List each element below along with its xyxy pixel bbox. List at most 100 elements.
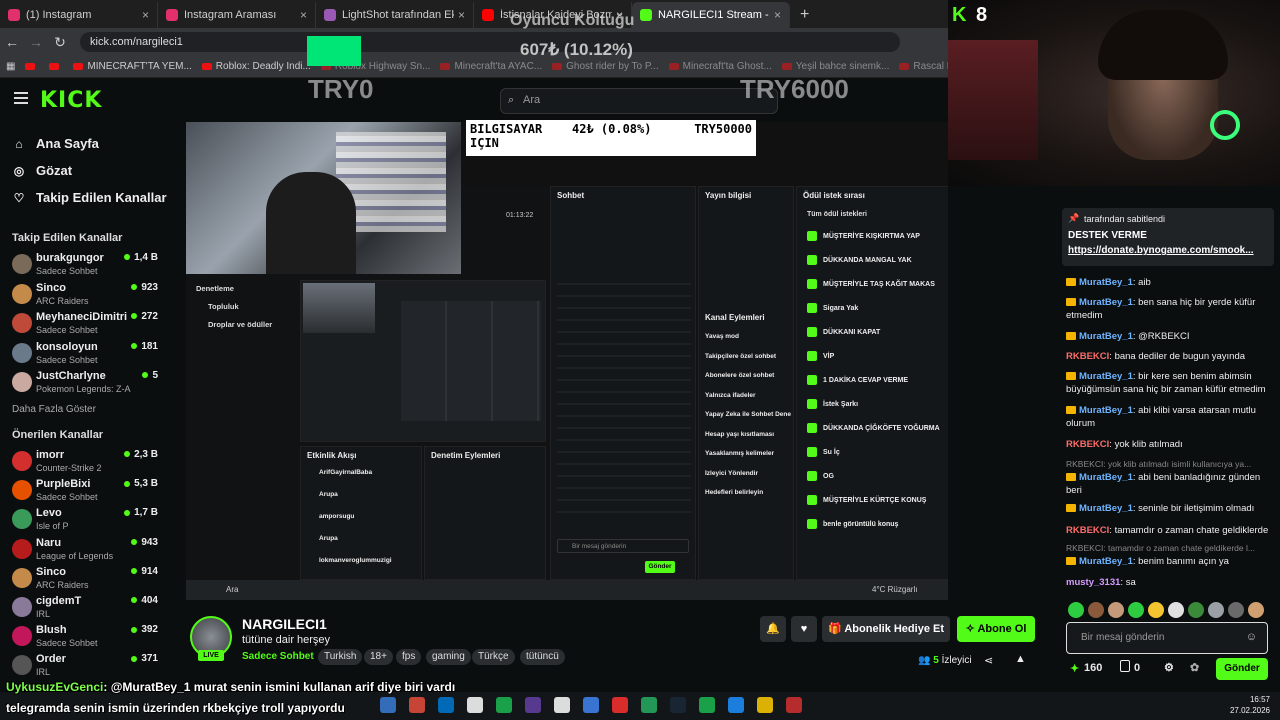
emote-icon[interactable]: [1208, 602, 1224, 618]
kick-points-icon[interactable]: ✦: [1070, 662, 1079, 675]
channel-item[interactable]: PurpleBixi Sadece Sohbet 5,3 B: [12, 478, 162, 506]
send-button[interactable]: Gönder: [1216, 658, 1268, 680]
close-tab-icon[interactable]: ×: [142, 8, 149, 22]
bookmark[interactable]: Roblox: Deadly Indi...: [201, 61, 311, 72]
chat-username[interactable]: RKBEKCI: [1066, 439, 1109, 450]
bookmark[interactable]: Rascal Does Not Dr...: [899, 61, 948, 72]
close-tab-icon[interactable]: ×: [774, 8, 781, 22]
taskbar-app-icon[interactable]: [554, 697, 570, 713]
taskbar-app-icon[interactable]: [583, 697, 599, 713]
taskbar-app-icon[interactable]: [525, 697, 541, 713]
emote-icon[interactable]: [1128, 602, 1144, 618]
pinned-message[interactable]: 📌 tarafından sabitlendi DESTEK VERME htt…: [1062, 208, 1274, 266]
stream-tag[interactable]: fps: [396, 649, 422, 665]
browser-tab[interactable]: LightShot tarafından Ekran Görü ×: [316, 2, 474, 28]
emote-icon[interactable]: [1188, 602, 1204, 618]
channel-item[interactable]: Blush Sadece Sohbet 392: [12, 624, 162, 652]
menu-icon[interactable]: [14, 92, 28, 104]
close-tab-icon[interactable]: ×: [458, 8, 465, 22]
chat-input[interactable]: Bir mesaj gönderin ☺: [1066, 622, 1268, 654]
chat-username[interactable]: musty_3131: [1066, 577, 1120, 588]
nav-browse[interactable]: ◎ Gözat: [12, 163, 72, 178]
emote-icon[interactable]: [1168, 602, 1184, 618]
settings-icon[interactable]: ⚙: [1164, 661, 1174, 674]
stream-tag[interactable]: gaming: [426, 649, 471, 665]
new-tab-button[interactable]: +: [790, 6, 819, 28]
reload-icon[interactable]: ↻: [48, 34, 72, 51]
back-icon[interactable]: ←: [0, 34, 24, 50]
bookmark[interactable]: Minecraft'ta AYAC...: [440, 61, 542, 72]
gift-sub-button[interactable]: 🎁 Abonelik Hediye Et: [822, 616, 950, 642]
nav-following[interactable]: ♡ Takip Edilen Kanallar: [12, 190, 167, 205]
channel-item[interactable]: imorr Counter-Strike 2 2,3 B: [12, 449, 162, 477]
show-more-link[interactable]: Daha Fazla Göster: [12, 404, 96, 415]
video-player[interactable]: Denetleme Topluluk Droplar ve ödüller Et…: [186, 122, 948, 600]
stream-category[interactable]: Sadece Sohbet: [242, 651, 314, 662]
chat-username[interactable]: MuratBey_1: [1079, 371, 1133, 382]
channel-item[interactable]: Order IRL 371: [12, 653, 162, 681]
subscribe-button[interactable]: ✧ Abone Ol: [957, 616, 1035, 642]
notification-bell-icon[interactable]: 🔔: [760, 616, 786, 642]
emote-icon[interactable]: [1148, 602, 1164, 618]
channel-item[interactable]: cigdemT IRL 404: [12, 595, 162, 623]
taskbar-app-icon[interactable]: [699, 697, 715, 713]
chat-username[interactable]: RKBEKCI: [1066, 525, 1109, 536]
report-icon[interactable]: ▲: [1015, 653, 1026, 665]
share-icon[interactable]: ⋖: [984, 654, 993, 667]
nav-home[interactable]: ⌂ Ana Sayfa: [12, 136, 99, 151]
emote-settings-icon[interactable]: ✿: [1190, 661, 1199, 674]
taskbar-app-icon[interactable]: [612, 697, 628, 713]
chat-username[interactable]: MuratBey_1: [1079, 331, 1133, 342]
taskbar-app-icon[interactable]: [380, 697, 396, 713]
emote-icon[interactable]: [1088, 602, 1104, 618]
search-input[interactable]: ⌕ Ara: [500, 88, 778, 114]
bookmark[interactable]: Ghost rider by To P...: [552, 61, 659, 72]
wallet-icon[interactable]: [1120, 660, 1130, 672]
emote-icon[interactable]: [1108, 602, 1124, 618]
stream-tag[interactable]: Turkish: [318, 649, 363, 665]
taskbar-app-icon[interactable]: [641, 697, 657, 713]
follow-heart-icon[interactable]: ♥: [791, 616, 817, 642]
channel-item[interactable]: JustCharlyne Pokemon Legends: Z-A 5: [12, 370, 162, 398]
forward-icon[interactable]: →: [24, 34, 48, 50]
close-tab-icon[interactable]: ×: [300, 8, 307, 22]
chat-username[interactable]: MuratBey_1: [1079, 405, 1133, 416]
chat-username[interactable]: MuratBey_1: [1079, 277, 1133, 288]
taskbar-app-icon[interactable]: [786, 697, 802, 713]
emoji-icon[interactable]: ☺: [1246, 631, 1257, 643]
stream-tag[interactable]: 18+: [364, 649, 393, 665]
emote-icon[interactable]: [1228, 602, 1244, 618]
channel-item[interactable]: burakgungor Sadece Sohbet 1,4 B: [12, 252, 162, 280]
chat-username[interactable]: MuratBey_1: [1079, 297, 1133, 308]
bookmark[interactable]: [49, 61, 63, 72]
chat-username[interactable]: MuratBey_1: [1079, 472, 1133, 483]
browser-tab-active[interactable]: NARGILECI1 Stream - Watc ×: [632, 2, 790, 28]
channel-item[interactable]: Naru League of Legends 943: [12, 537, 162, 565]
taskbar-app-icon[interactable]: [728, 697, 744, 713]
taskbar-app-icon[interactable]: [467, 697, 483, 713]
apps-icon[interactable]: ▦: [6, 61, 15, 72]
browser-tab[interactable]: Instagram Araması ×: [158, 2, 316, 28]
url-field[interactable]: kick.com/nargileci1: [80, 32, 900, 52]
bookmark[interactable]: MINECRAFT'TA YEM...: [73, 61, 192, 72]
taskbar-app-icon[interactable]: [438, 697, 454, 713]
bookmark[interactable]: Yeşil bahce sinemk...: [781, 61, 889, 72]
stream-tag[interactable]: tütüncü: [520, 649, 565, 665]
bookmark[interactable]: [25, 61, 39, 72]
bookmark[interactable]: Minecraft'ta Ghost...: [668, 61, 772, 72]
channel-item[interactable]: MeyhaneciDimitri Sadece Sohbet 272: [12, 311, 162, 339]
channel-item[interactable]: Levo Isle of P 1,7 B: [12, 507, 162, 535]
channel-item[interactable]: Sinco ARC Raiders 914: [12, 566, 162, 594]
taskbar-app-icon[interactable]: [670, 697, 686, 713]
pinned-url[interactable]: https://donate.bynogame.com/smook...: [1068, 245, 1268, 256]
chat-username[interactable]: MuratBey_1: [1079, 556, 1133, 567]
taskbar-app-icon[interactable]: [496, 697, 512, 713]
emote-icon[interactable]: [1068, 602, 1084, 618]
chat-username[interactable]: RKBEKCI: [1066, 351, 1109, 362]
streamer-name[interactable]: NARGILECI1: [242, 616, 327, 632]
browser-tab[interactable]: (1) Instagram ×: [0, 2, 158, 28]
chat-username[interactable]: MuratBey_1: [1079, 503, 1133, 514]
channel-item[interactable]: konsoloyun Sadece Sohbet 181: [12, 341, 162, 369]
kick-logo[interactable]: KICK: [40, 88, 102, 113]
stream-tag[interactable]: Türkçe: [472, 649, 515, 665]
